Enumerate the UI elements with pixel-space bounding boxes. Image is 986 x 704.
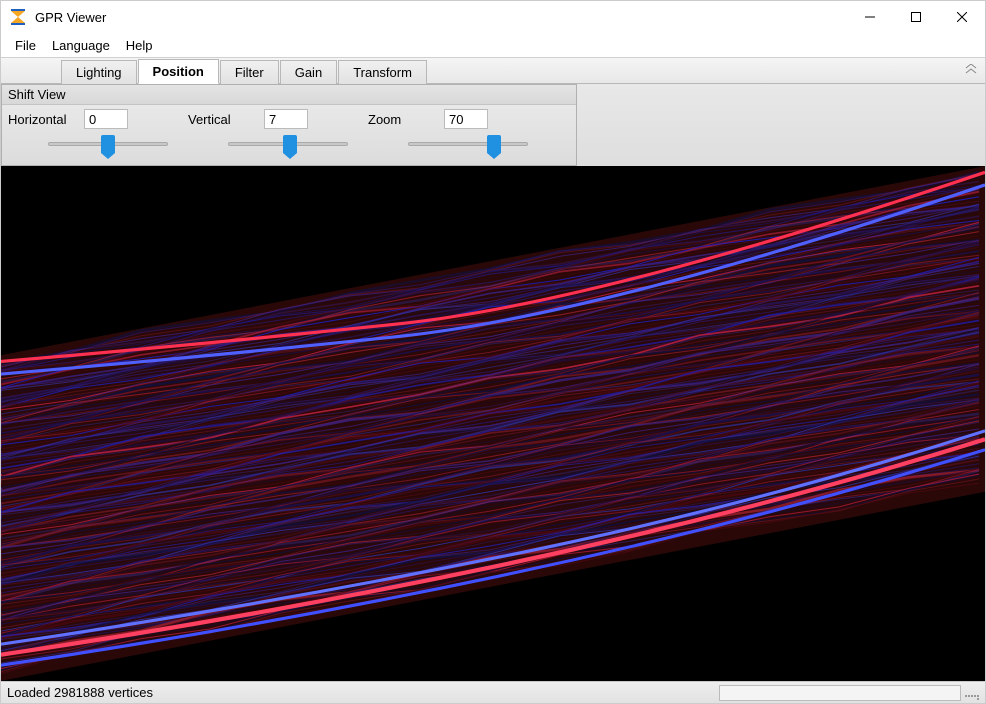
titlebar: GPR Viewer: [1, 1, 985, 33]
window-controls: [847, 1, 985, 33]
close-button[interactable]: [939, 1, 985, 33]
zoom-slider-thumb[interactable]: [487, 135, 501, 153]
window-title: GPR Viewer: [35, 10, 847, 25]
vertical-label: Vertical: [188, 112, 258, 127]
vertical-slider[interactable]: [228, 133, 348, 155]
statusbar: Loaded 2981888 vertices: [1, 681, 985, 703]
resize-grip-icon[interactable]: [965, 686, 979, 700]
tab-filter[interactable]: Filter: [220, 60, 279, 84]
horizontal-control: Horizontal 0: [8, 109, 168, 155]
vertical-control: Vertical 7: [188, 109, 348, 155]
panel-body: Horizontal 0 Vertical 7: [2, 105, 576, 165]
app-icon: [9, 8, 27, 26]
tab-lighting[interactable]: Lighting: [61, 60, 137, 84]
horizontal-slider-thumb[interactable]: [101, 135, 115, 153]
menu-help[interactable]: Help: [118, 35, 161, 56]
panel-title: Shift View: [2, 85, 576, 105]
collapse-chevron-icon[interactable]: [965, 64, 977, 77]
shift-view-panel: Shift View Horizontal 0: [1, 84, 577, 166]
tab-gain[interactable]: Gain: [280, 60, 337, 84]
horizontal-slider[interactable]: [48, 133, 168, 155]
menubar: File Language Help: [1, 33, 985, 57]
horizontal-value[interactable]: 0: [84, 109, 128, 129]
vertical-slider-thumb[interactable]: [283, 135, 297, 153]
menu-file[interactable]: File: [7, 35, 44, 56]
minimize-button[interactable]: [847, 1, 893, 33]
menu-language[interactable]: Language: [44, 35, 118, 56]
panel-area: Shift View Horizontal 0: [1, 84, 985, 166]
horizontal-label: Horizontal: [8, 112, 78, 127]
status-well: [719, 685, 961, 701]
zoom-label: Zoom: [368, 112, 438, 127]
vertical-value[interactable]: 7: [264, 109, 308, 129]
zoom-value[interactable]: 70: [444, 109, 488, 129]
maximize-button[interactable]: [893, 1, 939, 33]
tab-strip: Lighting Position Filter Gain Transform: [1, 57, 985, 84]
tab-position[interactable]: Position: [138, 59, 219, 84]
tab-transform[interactable]: Transform: [338, 60, 427, 84]
app-window: GPR Viewer File Language Help Lighting P…: [0, 0, 986, 704]
status-text: Loaded 2981888 vertices: [7, 685, 719, 700]
zoom-control: Zoom 70: [368, 109, 528, 155]
zoom-slider[interactable]: [408, 133, 528, 155]
gpr-canvas[interactable]: [1, 166, 985, 681]
